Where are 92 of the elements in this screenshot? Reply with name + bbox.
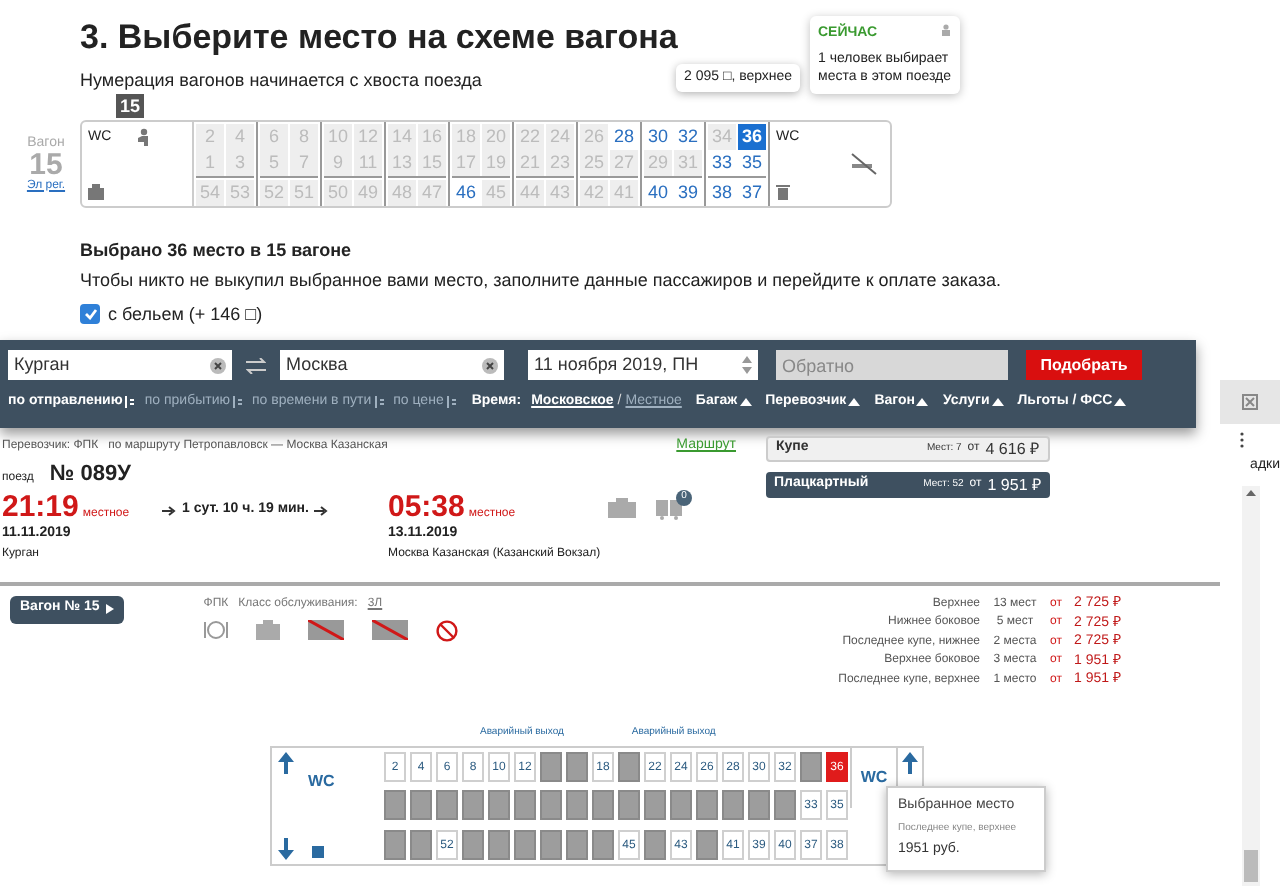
seat[interactable]	[592, 790, 614, 820]
prohibited-icon	[435, 619, 458, 641]
seat[interactable]: 38	[708, 179, 736, 205]
seat[interactable]: 30	[644, 123, 672, 149]
seat[interactable]: 35	[738, 149, 766, 175]
seat[interactable]	[696, 790, 718, 820]
seat[interactable]	[410, 830, 432, 860]
sort-icon	[445, 396, 456, 409]
caret-icon	[916, 398, 929, 407]
seat[interactable]: 33	[708, 149, 736, 175]
seat[interactable]	[540, 752, 562, 782]
seat[interactable]	[384, 830, 406, 860]
seat[interactable]	[514, 790, 536, 820]
linen-checkbox[interactable]	[80, 304, 100, 325]
seat[interactable]: 36	[738, 123, 766, 149]
to-field[interactable]: Москва	[280, 350, 504, 380]
seat[interactable]	[644, 790, 666, 820]
seat[interactable]	[696, 830, 718, 860]
arrival-time: 05:38	[388, 492, 465, 522]
seat[interactable]	[748, 790, 770, 820]
seat[interactable]	[540, 830, 562, 860]
seat[interactable]	[384, 790, 406, 820]
wc-label: WC	[308, 770, 335, 794]
arrow-icon	[162, 505, 176, 516]
luggage-icon	[255, 620, 280, 640]
seat[interactable]	[592, 830, 614, 860]
caret-icon	[1114, 398, 1127, 407]
seat[interactable]	[644, 830, 666, 860]
spinner-icon[interactable]	[742, 356, 752, 374]
trash-icon	[776, 183, 790, 199]
seat[interactable]	[774, 790, 796, 820]
crossed-out-icon	[371, 620, 408, 640]
selection-title: Выбрано 36 место в 15 вагоне	[80, 237, 352, 264]
seat[interactable]	[462, 830, 484, 860]
train-number: № 089У	[49, 459, 131, 489]
find-button[interactable]: Подобрать	[1026, 350, 1142, 380]
arrow-icon	[314, 505, 329, 516]
train-cars-icon[interactable]	[656, 496, 684, 520]
linen-label: с бельем (+ 146 □)	[108, 301, 263, 328]
from-field[interactable]: Курган	[8, 350, 232, 380]
seat[interactable]	[670, 790, 692, 820]
seat[interactable]	[566, 830, 588, 860]
caret-icon	[991, 398, 1004, 407]
return-field[interactable]: Обратно	[776, 350, 1008, 380]
seat[interactable]	[800, 752, 822, 782]
seat[interactable]	[618, 790, 640, 820]
clear-icon[interactable]	[482, 357, 498, 373]
seat[interactable]	[462, 790, 484, 820]
car-badge: 15	[116, 93, 145, 117]
seat[interactable]	[410, 790, 432, 820]
scroll-up-icon[interactable]	[1245, 489, 1255, 495]
car-number: 15	[29, 149, 63, 179]
step-note: Нумерация вагонов начинается с хвоста поезда	[80, 68, 482, 94]
seat[interactable]: 39	[674, 179, 702, 205]
sort-icon	[124, 396, 135, 409]
close-icon[interactable]	[1242, 394, 1258, 410]
caret-icon	[739, 398, 752, 407]
seat[interactable]: 32	[674, 123, 702, 149]
selection-text: Чтобы никто не выкупил выбранное вами место, заполните данные пассажиров и перейдите к оплате заказа.	[80, 268, 1002, 294]
seat[interactable]	[488, 790, 510, 820]
up-arrow-icon	[278, 752, 294, 774]
caret-icon	[848, 398, 861, 407]
departure-time: 21:19	[2, 492, 79, 522]
up-arrow-icon	[902, 752, 918, 774]
down-arrow-icon	[278, 838, 294, 860]
crossed-out-icon	[307, 620, 344, 640]
caret-icon	[105, 604, 114, 614]
clear-icon[interactable]	[210, 357, 226, 373]
sort-icon	[373, 396, 384, 409]
luggage-icon	[608, 498, 636, 518]
scrollbar[interactable]	[1241, 485, 1259, 886]
scrollbar-thumb[interactable]	[1243, 850, 1257, 882]
seat[interactable]: 28	[610, 123, 638, 149]
swap-icon[interactable]	[246, 357, 266, 373]
seat[interactable]	[566, 790, 588, 820]
seat[interactable]	[488, 830, 510, 860]
seat[interactable]	[566, 752, 588, 782]
seat[interactable]: 40	[644, 179, 672, 205]
date-field[interactable]: 11 ноября 2019, ПН	[528, 350, 758, 380]
step-title: 3. Выберите место на схеме вагона	[80, 16, 678, 60]
seat[interactable]	[540, 790, 562, 820]
wc-label: WC	[860, 766, 888, 790]
cutlery-icon	[203, 620, 228, 640]
seat[interactable]	[722, 790, 744, 820]
sort-icon	[231, 396, 242, 409]
seat[interactable]: 37	[738, 179, 766, 205]
seat[interactable]: 46	[452, 179, 480, 205]
seat[interactable]	[514, 830, 536, 860]
person-icon	[940, 24, 952, 36]
no-smoking-icon	[850, 151, 878, 175]
seat[interactable]	[436, 790, 458, 820]
seat[interactable]	[618, 752, 640, 782]
